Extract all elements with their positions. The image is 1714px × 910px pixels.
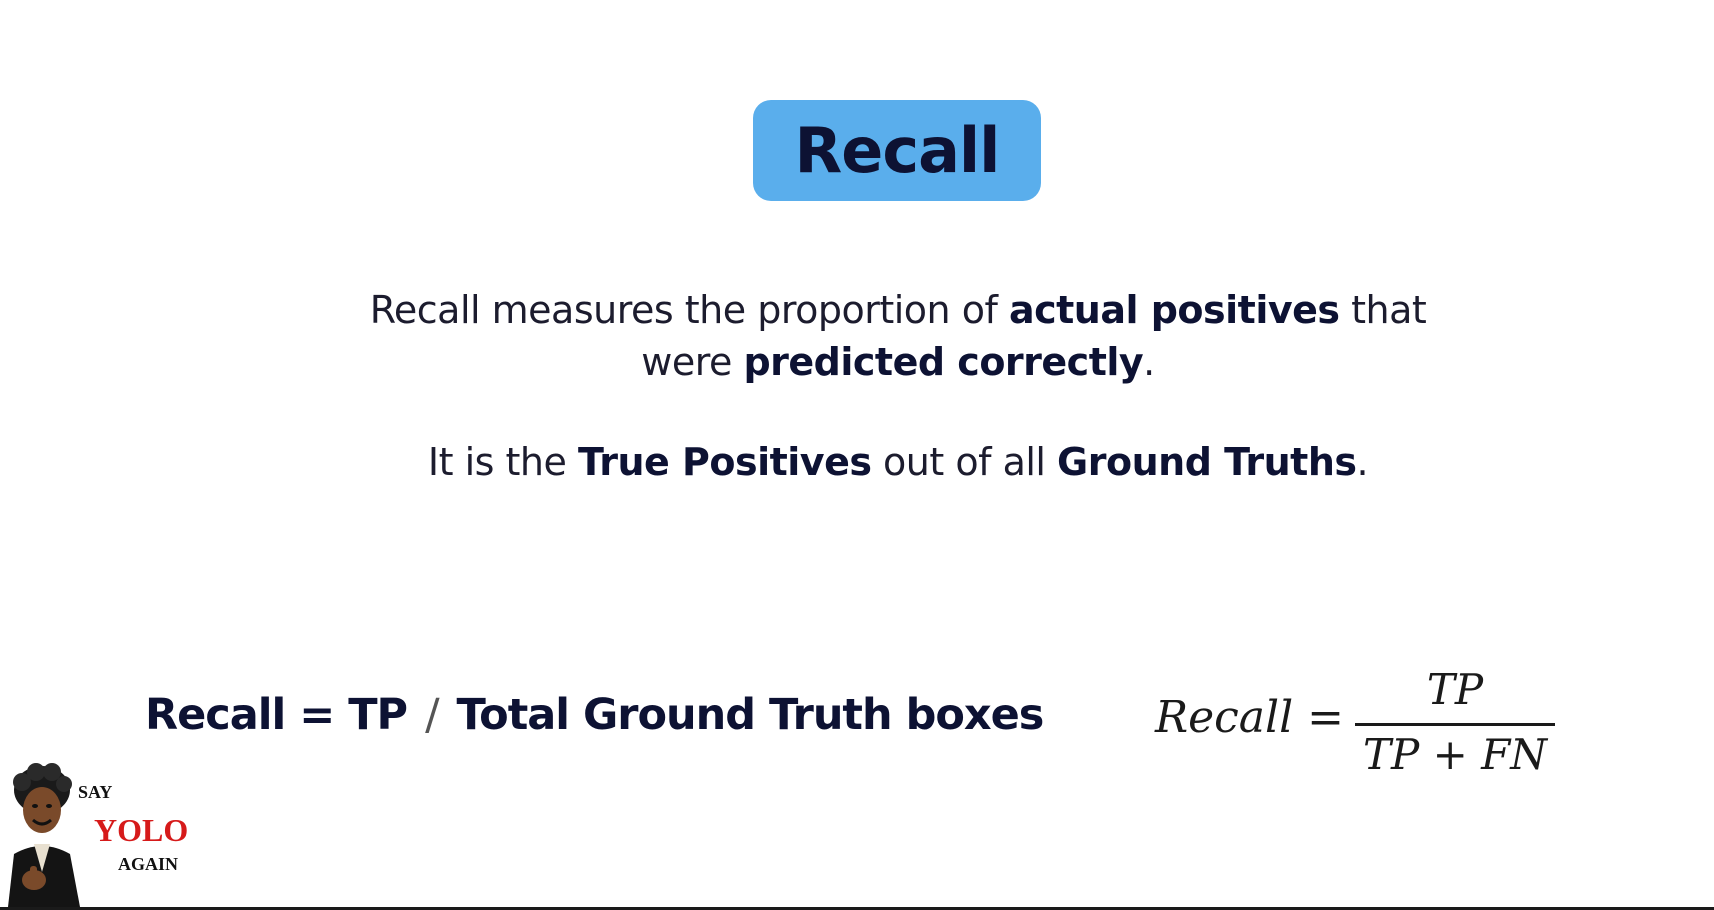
math-lhs: Recall =: [1155, 692, 1345, 743]
definition-bold-actual-positives: actual positives: [1008, 288, 1340, 332]
summary-bold-true-positives: True Positives: [577, 440, 872, 484]
definition-text: were: [641, 340, 744, 384]
watermark-say: SAY: [78, 782, 113, 802]
math-numerator: TP: [1426, 665, 1484, 714]
recall-formula-math: Recall = TP TP + FN: [1145, 662, 1565, 782]
watermark-yolo: YOLO: [94, 812, 189, 848]
slide: Recall Recall measures the proportion of…: [0, 0, 1714, 907]
math-denominator: TP + FN: [1362, 730, 1548, 779]
definition-text: .: [1143, 340, 1155, 384]
math-fraction-bar: [1355, 723, 1555, 726]
say-yolo-again-watermark: SAY YOLO AGAIN: [0, 762, 188, 907]
slide-title: Recall: [794, 114, 1001, 187]
title-badge: Recall: [753, 100, 1041, 201]
summary-bold-ground-truths: Ground Truths: [1057, 440, 1357, 484]
recall-definition: Recall measures the proportion of actual…: [200, 284, 1596, 388]
formula-right: Total Ground Truth boxes: [456, 690, 1045, 740]
recall-formula-words: Recall = TP / Total Ground Truth boxes: [145, 690, 1045, 740]
definition-text: Recall measures the proportion of: [369, 288, 1009, 332]
formula-slash: /: [425, 690, 439, 740]
summary-text: .: [1356, 440, 1369, 484]
definition-bold-predicted-correctly: predicted correctly: [743, 340, 1144, 384]
formula-left: Recall = TP: [145, 690, 408, 740]
summary-text: It is the: [427, 440, 578, 484]
summary-text: out of all: [871, 440, 1058, 484]
watermark-again: AGAIN: [118, 854, 179, 874]
definition-text: that: [1339, 288, 1427, 332]
recall-summary: It is the True Positives out of all Grou…: [200, 436, 1596, 488]
